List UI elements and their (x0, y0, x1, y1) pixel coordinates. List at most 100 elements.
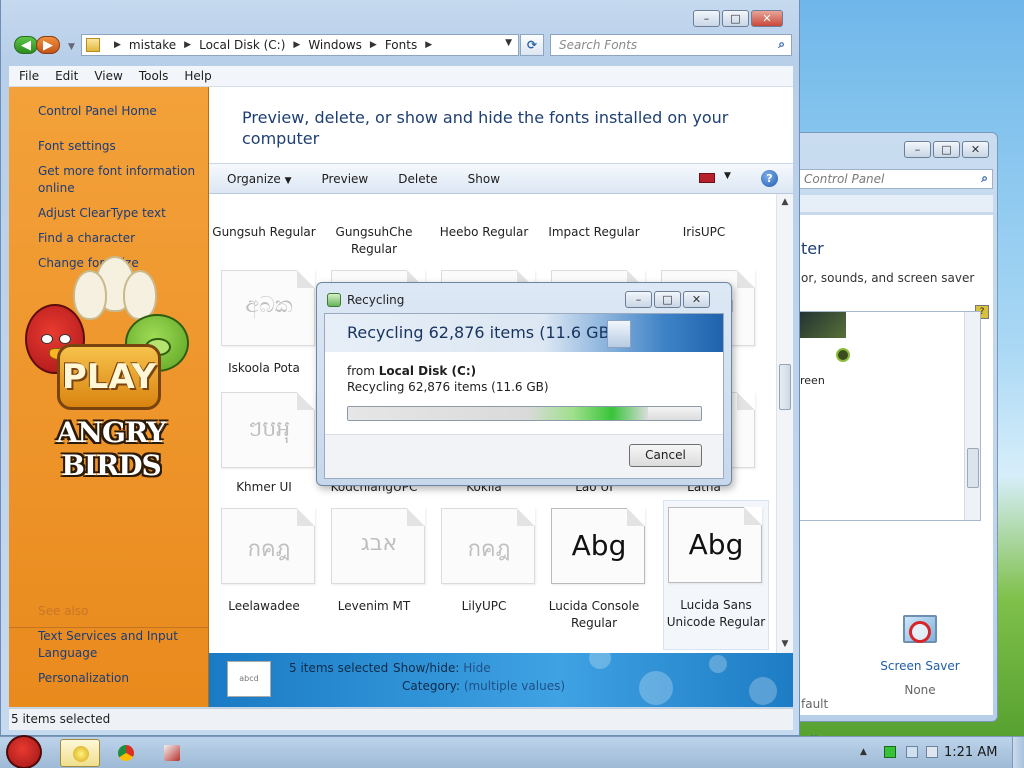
font-item[interactable]: אבג Levenim MT (319, 502, 429, 642)
sidebar-control-panel-home[interactable]: Control Panel Home (38, 103, 157, 120)
help-button[interactable]: ? (761, 170, 778, 187)
chevron-right-icon[interactable]: ▶ (425, 40, 432, 50)
network-icon[interactable] (884, 746, 896, 758)
font-item[interactable]: กคฎ LilyUPC (429, 502, 539, 642)
minimize-button[interactable]: – (693, 10, 720, 27)
volume-icon[interactable] (926, 746, 938, 758)
theme-list-scrollbar[interactable] (964, 312, 980, 520)
sidebar-adjust-cleartype[interactable]: Adjust ClearType text (38, 205, 166, 222)
scroll-up-icon[interactable]: ▲ (777, 194, 793, 211)
menu-tools[interactable]: Tools (139, 69, 169, 83)
font-item[interactable]: กคฎ Leelawadee (209, 502, 319, 642)
control-panel-window[interactable]: – □ ✕ Control Panel ⌕ ? ter or, sounds, … (790, 132, 998, 748)
delete-button[interactable]: Delete (398, 172, 437, 186)
address-dropdown-icon[interactable]: ▼ (505, 38, 512, 48)
breadcrumb-windows[interactable]: Windows (308, 38, 362, 52)
sidebar-personalization[interactable]: Personalization (38, 670, 129, 687)
folder-icon (73, 746, 89, 762)
screen-saver-link[interactable]: Screen Saver (875, 659, 965, 673)
taskbar-explorer-button[interactable] (60, 739, 100, 767)
maximize-button[interactable]: □ (933, 141, 960, 158)
sidebar-font-settings[interactable]: Font settings (38, 138, 116, 155)
action-center-icon[interactable] (906, 746, 918, 758)
chevron-right-icon[interactable]: ▶ (184, 40, 191, 50)
search-icon[interactable]: ⌕ (981, 171, 988, 186)
search-icon[interactable]: ⌕ (778, 37, 785, 52)
angry-bird-start-icon (6, 735, 42, 768)
vertical-scrollbar[interactable]: ▲ ▼ (776, 194, 793, 653)
recent-pages-dropdown-icon[interactable]: ▼ (68, 42, 75, 52)
views-icon[interactable] (699, 173, 715, 183)
show-desktop-button[interactable] (1012, 737, 1024, 768)
address-bar[interactable]: ▶ mistake ▶ Local Disk (C:) ▶ Windows ▶ … (81, 34, 519, 56)
search-input[interactable]: Search Fonts ⌕ (550, 34, 792, 56)
recycle-bin-icon (327, 293, 341, 307)
maximize-button[interactable]: □ (654, 291, 681, 308)
theme-thumbnail[interactable] (800, 312, 846, 338)
font-item[interactable]: Gungsuh Regular (209, 194, 319, 240)
minimize-button[interactable]: – (904, 141, 931, 158)
breadcrumb-fonts[interactable]: Fonts (385, 38, 417, 52)
show-button[interactable]: Show (468, 172, 500, 186)
close-button[interactable]: ✕ (683, 291, 710, 308)
show-hidden-icons[interactable]: ▲ (860, 747, 867, 757)
back-button[interactable]: ◀ (14, 36, 38, 54)
menu-edit[interactable]: Edit (55, 69, 78, 83)
font-item[interactable]: GungsuhChe Regular (319, 194, 429, 256)
chevron-right-icon[interactable]: ▶ (114, 40, 121, 50)
chevron-right-icon[interactable]: ▶ (293, 40, 300, 50)
play-button[interactable]: PLAY (57, 344, 161, 410)
page-subtitle: or, sounds, and screen saver (801, 271, 975, 285)
menu-bar: File Edit View Tools Help (9, 66, 793, 87)
refresh-button[interactable]: ⟳ (520, 34, 544, 56)
font-name: Lucida Console Regular (548, 599, 640, 630)
font-item[interactable]: අබක Iskoola Pota (209, 260, 319, 400)
screen-saver-icon (897, 615, 943, 653)
chevron-right-icon[interactable]: ▶ (370, 40, 377, 50)
scrollbar-thumb[interactable] (967, 448, 979, 488)
font-item[interactable]: Impact Regular (539, 194, 649, 240)
theme-list[interactable]: reen (799, 311, 981, 521)
font-item[interactable]: Heebo Regular (429, 194, 539, 240)
close-button[interactable]: ✕ (962, 141, 989, 158)
font-item[interactable]: ៗបអុ Khmer UI (209, 382, 319, 522)
menu-view[interactable]: View (94, 69, 122, 83)
preview-button[interactable]: Preview (322, 172, 369, 186)
recycling-dialog[interactable]: Recycling – □ ✕ Recycling 62,876 items (… (316, 282, 732, 486)
forward-button[interactable]: ▶ (36, 36, 60, 54)
views-dropdown-icon[interactable]: ▼ (724, 171, 731, 181)
sidebar-more-font-info[interactable]: Get more font information online (38, 163, 206, 197)
scroll-down-icon[interactable]: ▼ (777, 636, 793, 653)
sidebar-find-character[interactable]: Find a character (38, 230, 135, 247)
close-button[interactable]: ✕ (751, 10, 783, 27)
taskbar-app-button[interactable] (152, 739, 192, 767)
font-item[interactable]: IrisUPC (649, 194, 759, 240)
recycling-summary: Recycling 62,876 items (11.6 GB) (347, 323, 616, 342)
breadcrumb-local-disk[interactable]: Local Disk (C:) (199, 38, 285, 52)
taskbar-chrome-button[interactable] (106, 739, 146, 767)
breadcrumb-mistake[interactable]: mistake (129, 38, 176, 52)
system-clock[interactable]: 1:21 AM (944, 745, 997, 760)
scrollbar-thumb[interactable] (779, 364, 791, 410)
app-icon (164, 745, 180, 761)
details-pane: abcd 5 items selected Show/hide: Hide Ca… (209, 653, 793, 707)
font-name: Leelawadee (228, 599, 300, 613)
menu-file[interactable]: File (19, 69, 39, 83)
progress-bar (347, 406, 702, 421)
screen-saver-item[interactable]: Screen Saver None (875, 615, 965, 697)
font-item[interactable]: Abg Lucida Console Regular (539, 502, 649, 642)
organize-button[interactable]: Organize ▼ (227, 172, 292, 186)
status-bar: 5 items selected (9, 708, 793, 730)
window-controls: – □ ✕ (693, 10, 783, 27)
start-button[interactable] (0, 729, 50, 768)
sidebar-text-services[interactable]: Text Services and Input Language (38, 628, 198, 662)
font-name: IrisUPC (682, 225, 726, 239)
font-item-selected[interactable]: Abg Lucida Sans Unicode Regular (663, 500, 769, 650)
game-title: ANGRY BIRDS (56, 416, 167, 482)
maximize-button[interactable]: □ (722, 10, 749, 27)
control-panel-search-input[interactable]: Control Panel ⌕ (799, 169, 993, 189)
cancel-button[interactable]: Cancel (629, 444, 702, 467)
minimize-button[interactable]: – (625, 291, 652, 308)
menu-help[interactable]: Help (184, 69, 211, 83)
details-category: Category: (multiple values) (402, 679, 566, 693)
